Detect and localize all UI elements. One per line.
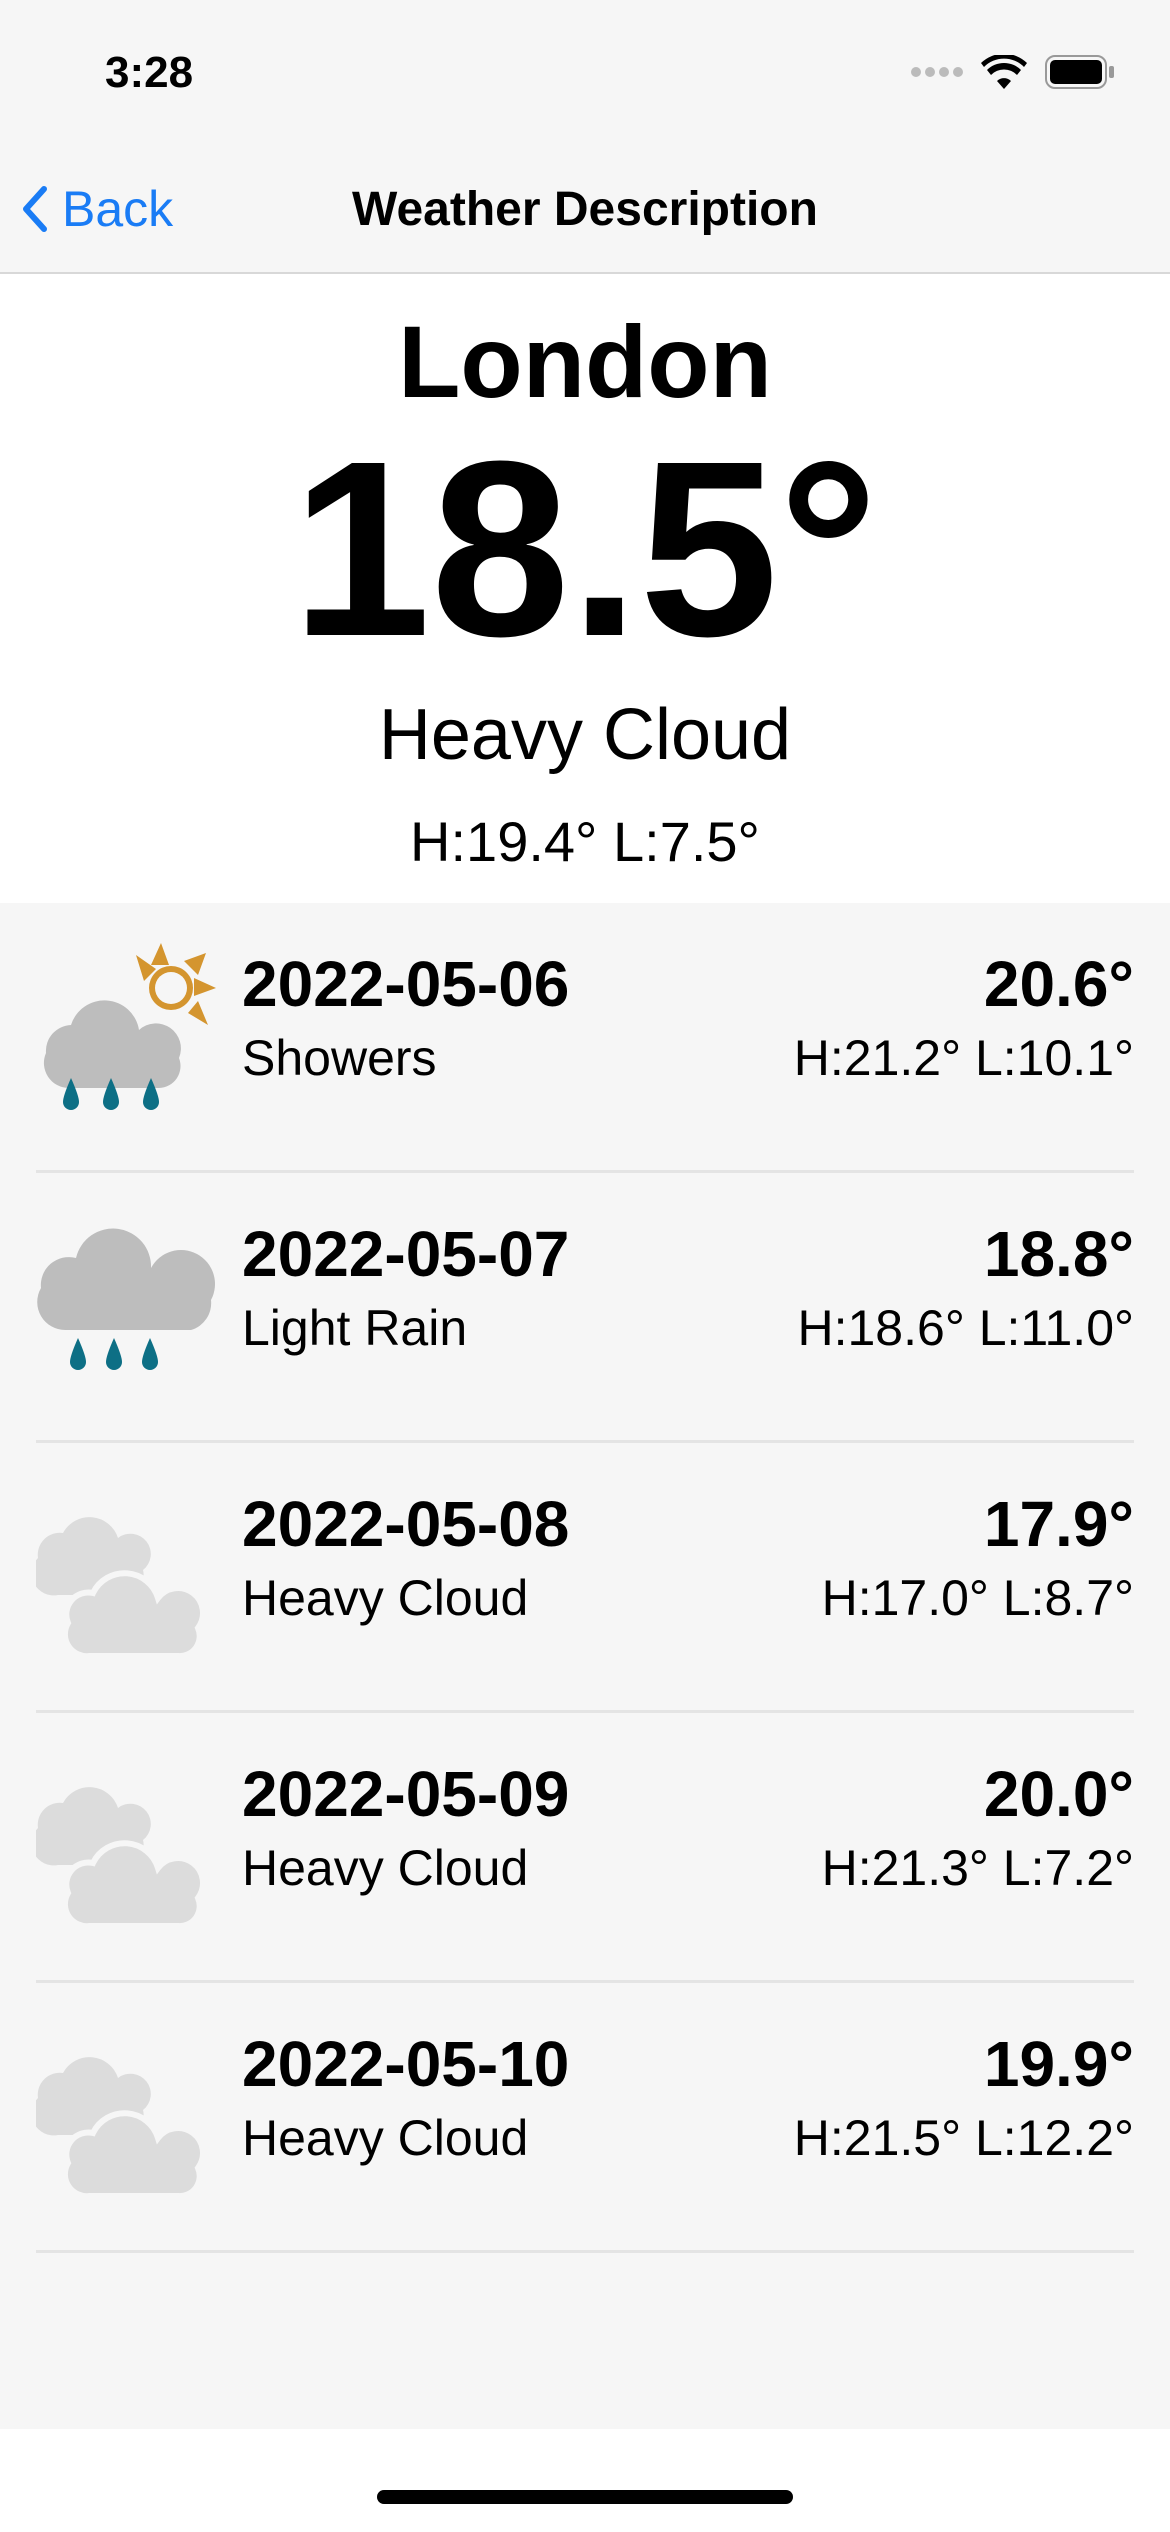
wifi-icon bbox=[981, 55, 1027, 89]
status-time: 3:28 bbox=[105, 48, 194, 97]
status-bar: 3:28 bbox=[0, 0, 1170, 150]
light-rain-icon bbox=[37, 1228, 215, 1370]
heavy-cloud-icon bbox=[36, 2057, 206, 2200]
forecast-date: 2022-05-10 bbox=[242, 2028, 570, 2100]
forecast-high-low: H:21.2° L:10.1° bbox=[793, 1030, 1134, 1086]
current-weather: London 18.5° Heavy Cloud H:19.4° L:7.5° bbox=[0, 274, 1170, 903]
forecast-temperature: 19.9° bbox=[983, 2028, 1134, 2100]
forecast-temperature: 18.8° bbox=[983, 1218, 1134, 1290]
heavy-cloud-icon bbox=[36, 1517, 206, 1660]
home-indicator[interactable] bbox=[377, 2490, 793, 2504]
forecast-condition: Heavy Cloud bbox=[242, 1570, 529, 1626]
forecast-date: 2022-05-09 bbox=[242, 1758, 570, 1830]
forecast-high-low: H:17.0° L:8.7° bbox=[821, 1570, 1134, 1626]
forecast-date: 2022-05-06 bbox=[242, 948, 570, 1020]
forecast-condition: Light Rain bbox=[242, 1300, 468, 1356]
forecast-row[interactable]: 2022-05-07 Light Rain 18.8° H:18.6° L:11… bbox=[36, 1173, 1134, 1443]
forecast-temperature: 17.9° bbox=[983, 1488, 1134, 1560]
forecast-date: 2022-05-08 bbox=[242, 1488, 570, 1560]
navigation-bar: Back Weather Description bbox=[0, 150, 1170, 274]
heavy-cloud-icon bbox=[36, 1787, 206, 1930]
forecast-date: 2022-05-07 bbox=[242, 1218, 570, 1290]
forecast-list: 2022-05-06 Showers 20.6° H:21.2° L:10.1°… bbox=[0, 903, 1170, 2429]
cellular-signal-icon bbox=[911, 67, 963, 77]
forecast-row[interactable]: 2022-05-06 Showers 20.6° H:21.2° L:10.1° bbox=[36, 903, 1134, 1173]
forecast-row[interactable]: 2022-05-08 Heavy Cloud 17.9° H:17.0° L:8… bbox=[36, 1443, 1134, 1713]
page-title: Weather Description bbox=[352, 183, 818, 236]
forecast-condition: Heavy Cloud bbox=[242, 2110, 529, 2166]
forecast-temperature: 20.0° bbox=[983, 1758, 1134, 1830]
battery-icon bbox=[1045, 55, 1114, 89]
current-condition: Heavy Cloud bbox=[378, 695, 792, 775]
forecast-row[interactable]: 2022-05-10 Heavy Cloud 19.9° H:21.5° L:1… bbox=[36, 1983, 1134, 2253]
forecast-condition: Heavy Cloud bbox=[242, 1840, 529, 1896]
forecast-row[interactable]: 2022-05-09 Heavy Cloud 20.0° H:21.3° L:7… bbox=[36, 1713, 1134, 1983]
forecast-condition: Showers bbox=[242, 1030, 437, 1086]
current-temperature: 18.5° bbox=[291, 409, 879, 688]
forecast-high-low: H:21.5° L:12.2° bbox=[793, 2110, 1134, 2166]
forecast-high-low: H:21.3° L:7.2° bbox=[821, 1840, 1134, 1896]
forecast-high-low: H:18.6° L:11.0° bbox=[797, 1300, 1135, 1356]
current-high-low: H:19.4° L:7.5° bbox=[410, 810, 760, 873]
showers-icon bbox=[43, 943, 216, 1110]
city-name: London bbox=[398, 305, 772, 419]
forecast-temperature: 20.6° bbox=[983, 948, 1134, 1020]
